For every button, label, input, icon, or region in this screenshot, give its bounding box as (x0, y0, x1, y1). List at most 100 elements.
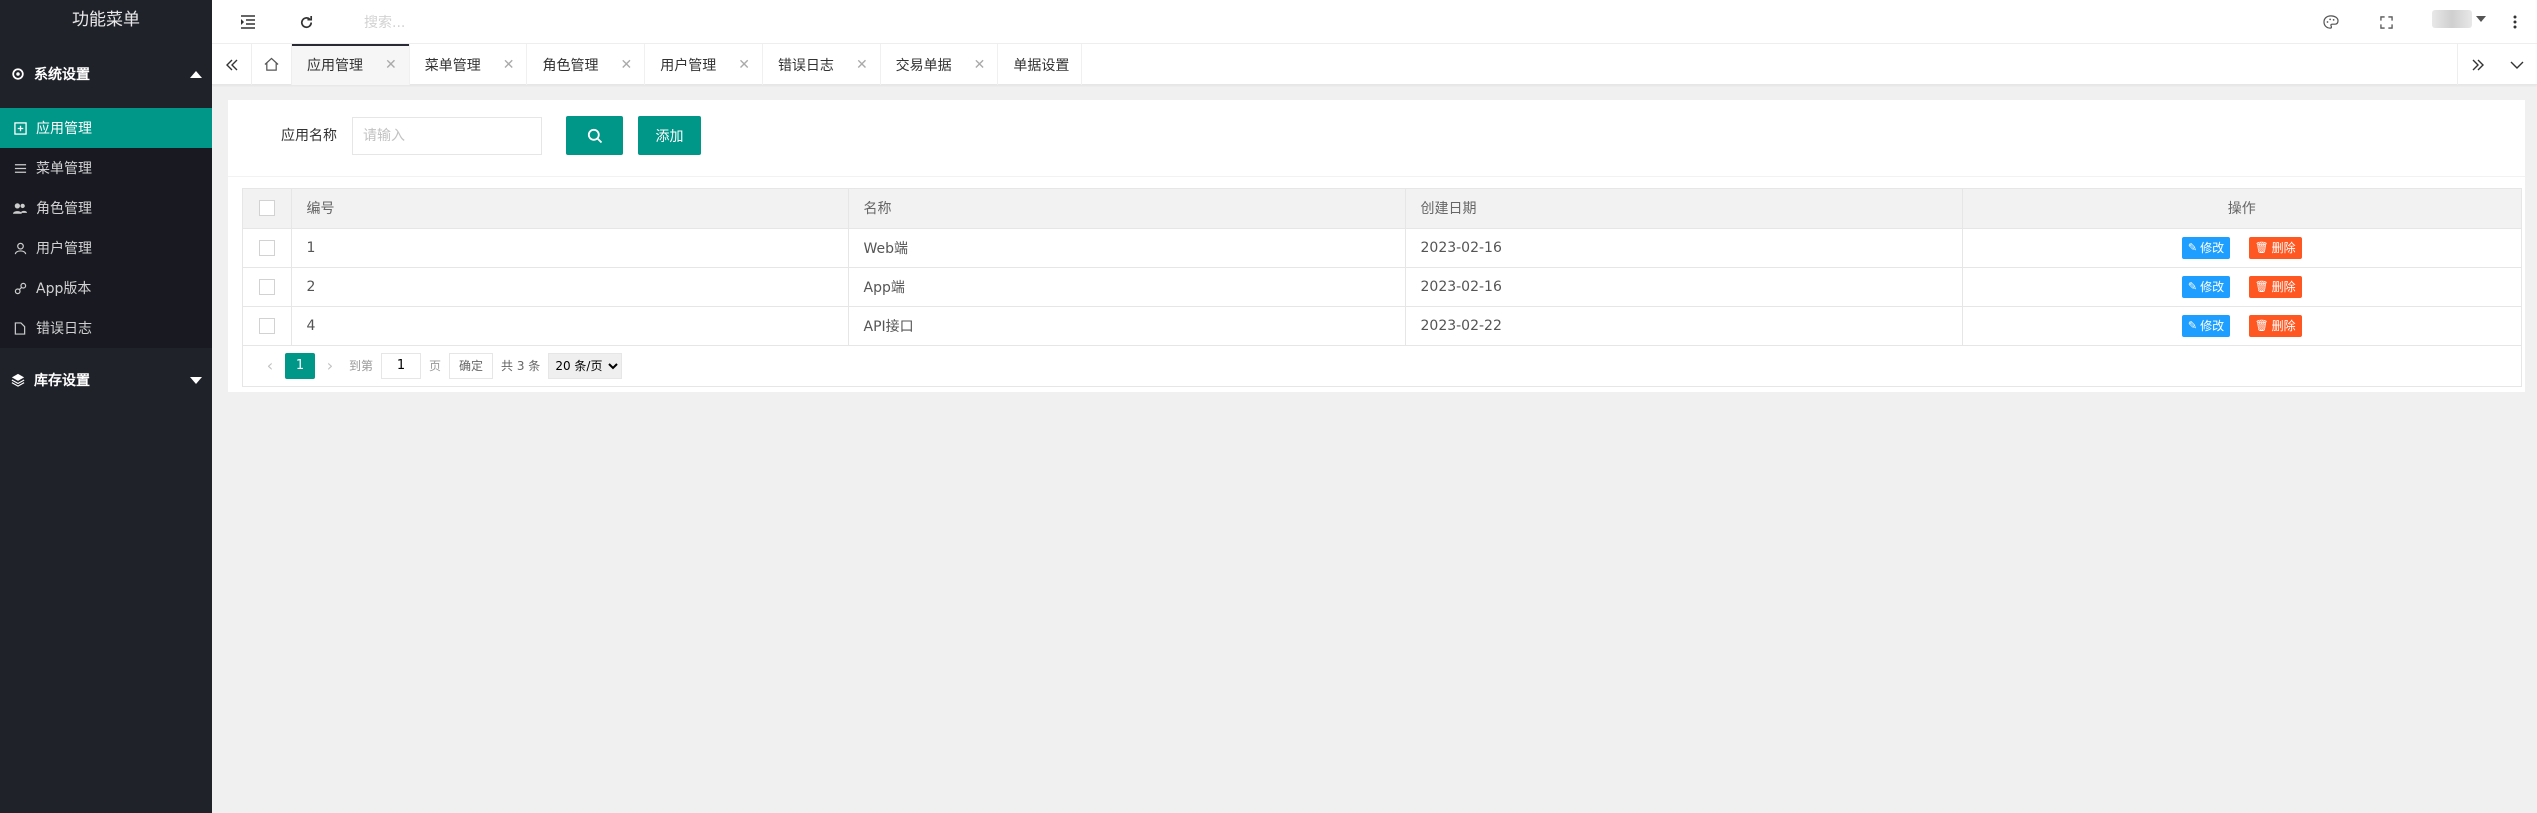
sidebar-item-label: 角色管理 (36, 201, 92, 217)
sidebar-item-menu-management[interactable]: 菜单管理 (0, 148, 212, 188)
tab-label: 用户管理 (660, 57, 717, 74)
tabs-menu-button[interactable] (2497, 44, 2537, 85)
cell-id: 4 (291, 306, 849, 346)
tab-label: 菜单管理 (424, 57, 481, 74)
sidebar-subnav: 应用管理 菜单管理 角色管理 用户管理 App版本 错误日志 (0, 108, 212, 348)
close-icon[interactable]: ✕ (620, 57, 632, 73)
tabs-scroll-left-button[interactable] (212, 44, 252, 85)
menu-toggle-button[interactable] (234, 8, 262, 36)
cell-name: Web端 (848, 228, 1406, 268)
next-page-icon[interactable]: › (319, 356, 341, 375)
app-name-input[interactable] (352, 117, 542, 155)
add-button[interactable]: 添加 (638, 116, 701, 155)
sidebar-item-app-management[interactable]: 应用管理 (0, 108, 212, 148)
tab-label: 单据设置 (1013, 57, 1070, 74)
close-icon[interactable]: ✕ (738, 57, 750, 73)
tab-label: 交易单据 (895, 57, 952, 74)
chevron-up-icon (190, 70, 202, 78)
goto-page-input[interactable] (381, 352, 422, 379)
tabs-scroll-right-button[interactable] (2457, 44, 2497, 85)
sidebar-title: 功能菜单 (72, 10, 140, 30)
more-vertical-icon (2513, 15, 2517, 29)
app-icon (13, 121, 27, 135)
tab-label: 错误日志 (777, 57, 834, 74)
tab-menu-management[interactable]: 菜单管理 ✕ (410, 44, 528, 85)
cell-name: App端 (848, 267, 1406, 307)
caret-down-icon (2476, 16, 2486, 22)
cell-id: 1 (291, 228, 849, 268)
delete-button[interactable]: 🗑 删除 (2248, 236, 2302, 259)
sidebar-item-error-log[interactable]: 错误日志 (0, 308, 212, 348)
pencil-icon: ✎ (2187, 319, 2198, 332)
close-icon[interactable]: ✕ (503, 57, 515, 73)
tab-role-management[interactable]: 角色管理 ✕ (527, 44, 646, 85)
search-button[interactable] (566, 116, 623, 155)
trash-icon: 🗑 (2254, 280, 2269, 293)
sidebar-item-label: App版本 (36, 281, 92, 297)
tab-error-log[interactable]: 错误日志 ✕ (763, 44, 881, 85)
select-all-cell (243, 189, 292, 229)
edit-label: 修改 (2200, 241, 2225, 255)
close-icon[interactable]: ✕ (856, 57, 868, 73)
home-icon (264, 57, 279, 71)
sidebar-item-role-management[interactable]: 角色管理 (0, 188, 212, 228)
sidebar-item-user-management[interactable]: 用户管理 (0, 228, 212, 268)
cell-date: 2023-02-16 (1405, 228, 1963, 268)
list-icon (13, 161, 27, 175)
edit-button[interactable]: ✎ 修改 (2181, 275, 2231, 298)
top-header: 搜索... (212, 0, 2537, 44)
tabs-list: 应用管理 ✕ 菜单管理 ✕ 角色管理 ✕ 用户管理 ✕ 错误日志 ✕ 交易单据 … (292, 44, 1083, 85)
tab-app-management[interactable]: 应用管理 ✕ (292, 44, 410, 85)
row-checkbox[interactable] (258, 317, 275, 334)
delete-button[interactable]: 🗑 删除 (2248, 275, 2302, 298)
prev-page-icon[interactable]: ‹ (259, 356, 281, 375)
tab-label: 角色管理 (542, 57, 599, 74)
row-checkbox[interactable] (258, 278, 275, 295)
tab-transaction-docs[interactable]: 交易单据 ✕ (881, 44, 999, 85)
sidebar-group-label: 系统设置 (34, 67, 90, 83)
cell-actions: ✎ 修改 🗑 删除 (1962, 306, 2521, 346)
delete-button[interactable]: 🗑 删除 (2248, 314, 2302, 337)
row-select-cell (243, 306, 292, 346)
close-icon[interactable]: ✕ (385, 57, 397, 73)
cell-date: 2023-02-16 (1405, 267, 1963, 307)
user-menu[interactable] (2432, 10, 2486, 28)
tab-doc-settings[interactable]: 单据设置 (998, 44, 1083, 85)
cell-actions: ✎ 修改 🗑 删除 (1962, 267, 2521, 307)
sidebar-group-system-settings[interactable]: 系统设置 (0, 40, 212, 108)
select-all-checkbox[interactable] (258, 200, 275, 217)
sidebar-group-label: 库存设置 (34, 373, 90, 389)
search-icon (587, 128, 602, 143)
sidebar-item-label: 应用管理 (36, 121, 92, 137)
column-header-id: 编号 (291, 189, 849, 229)
divider (228, 176, 2525, 177)
tab-user-management[interactable]: 用户管理 ✕ (645, 44, 763, 85)
current-page[interactable]: 1 (285, 352, 315, 379)
trash-icon: 🗑 (2254, 319, 2269, 332)
fullscreen-button[interactable] (2372, 8, 2400, 36)
page-size-select[interactable]: 20 条/页 (548, 352, 623, 379)
refresh-button[interactable] (292, 8, 320, 36)
indent-icon (241, 15, 255, 29)
goto-confirm-button[interactable]: 确定 (449, 352, 494, 379)
edit-button[interactable]: ✎ 修改 (2181, 314, 2231, 337)
sidebar-item-label: 菜单管理 (36, 161, 92, 177)
edit-button[interactable]: ✎ 修改 (2181, 236, 2231, 259)
sidebar-item-app-version[interactable]: App版本 (0, 268, 212, 308)
theme-button[interactable] (2317, 8, 2345, 36)
close-icon[interactable]: ✕ (974, 57, 986, 73)
row-select-cell (243, 228, 292, 268)
cell-id: 2 (291, 267, 849, 307)
fullscreen-icon (2379, 15, 2393, 29)
header-search[interactable]: 搜索... (364, 12, 405, 32)
sidebar: 功能菜单 系统设置 应用管理 菜单管理 角色管理 用户管理 App版本 错误日志… (0, 0, 212, 813)
more-button[interactable] (2505, 8, 2525, 36)
delete-label: 删除 (2271, 241, 2296, 255)
content-card: 应用名称 添加 编号 名称 创建日期 操作 (228, 100, 2525, 392)
trash-icon: 🗑 (2254, 241, 2269, 254)
home-tab[interactable] (252, 44, 292, 85)
sidebar-group-inventory-settings[interactable]: 库存设置 (0, 348, 212, 412)
pencil-icon: ✎ (2187, 280, 2198, 293)
gear-icon (10, 66, 26, 82)
row-checkbox[interactable] (258, 239, 275, 256)
